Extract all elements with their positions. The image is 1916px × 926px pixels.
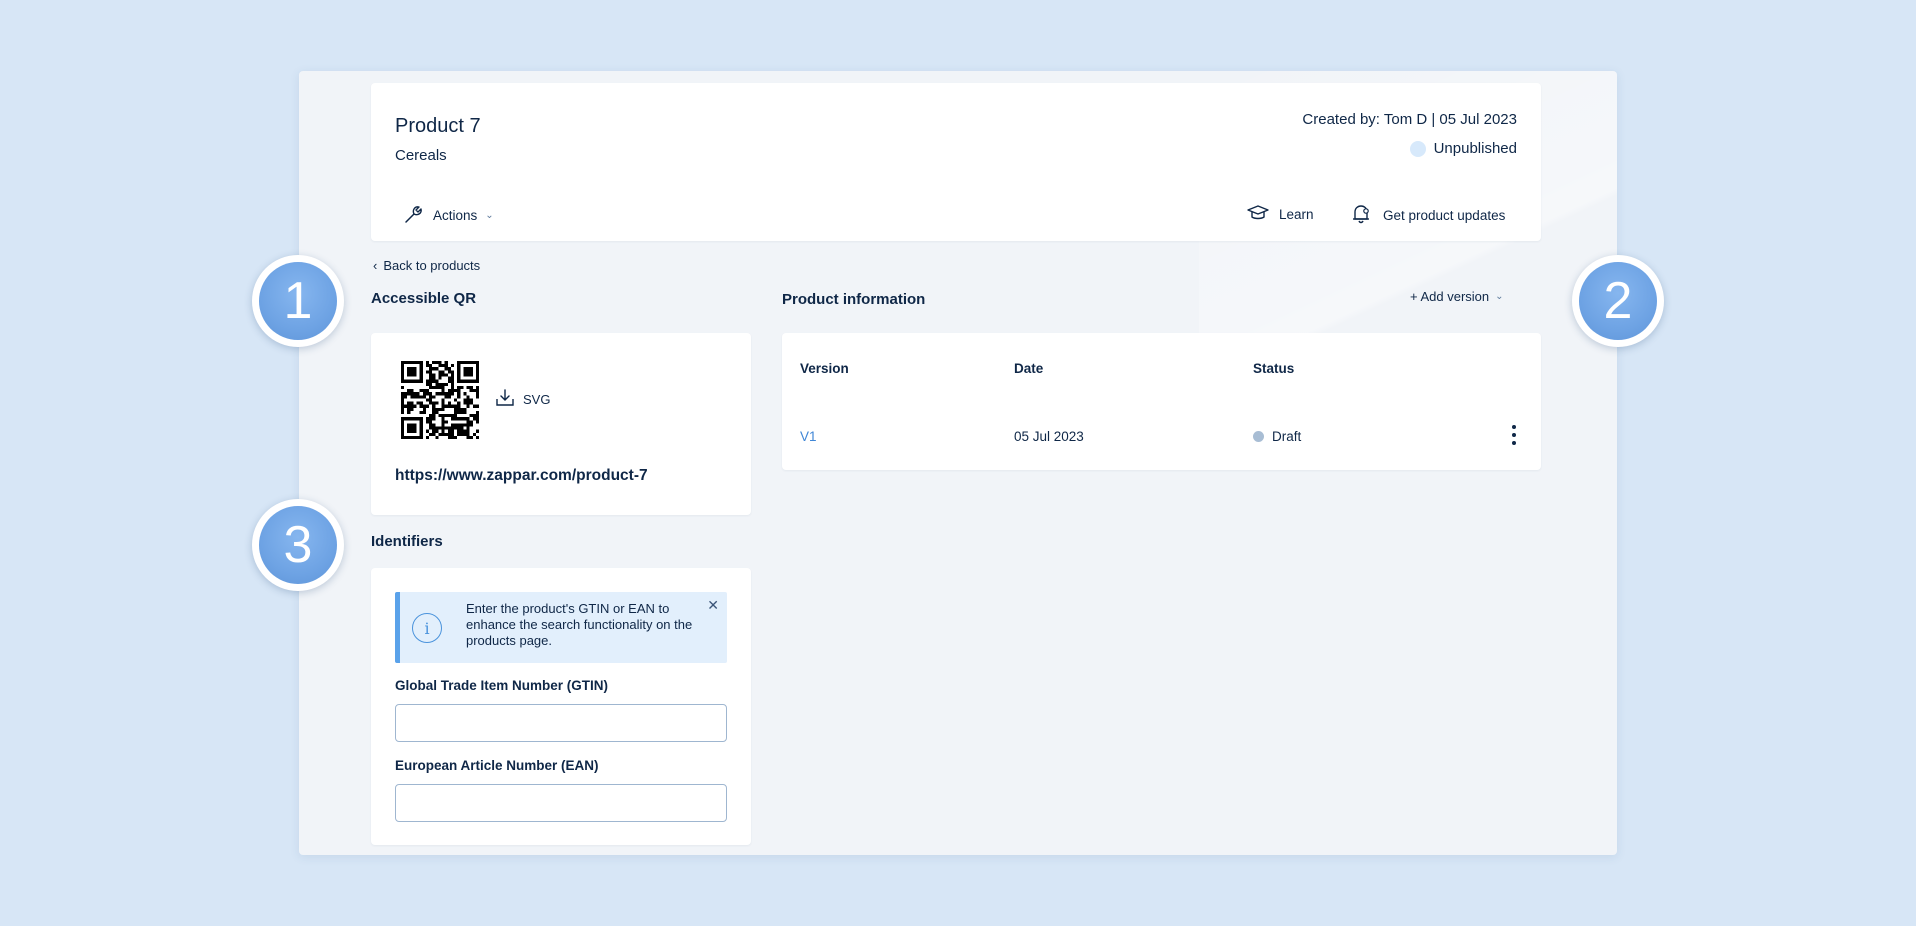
product-information-heading: Product information (782, 291, 926, 308)
accessible-qr-heading: Accessible QR (371, 290, 477, 307)
get-product-updates-button[interactable]: Get product updates (1351, 204, 1505, 227)
back-to-products-link[interactable]: ‹ Back to products (373, 258, 480, 273)
callout-number: 3 (259, 506, 337, 584)
close-icon[interactable]: ✕ (707, 597, 719, 614)
info-icon: i (412, 613, 442, 643)
download-svg-label: SVG (523, 392, 551, 407)
bell-gear-icon (1351, 204, 1373, 227)
download-svg-button[interactable]: SVG (495, 388, 550, 411)
callout-marker-2: 2 (1572, 255, 1664, 347)
callout-marker-1: 1 (252, 255, 344, 347)
graduation-cap-icon (1247, 204, 1269, 225)
versions-table: Version Date Status V1 05 Jul 2023 Draft (782, 333, 1541, 470)
wrench-icon (403, 204, 425, 227)
version-status-label: Draft (1272, 429, 1302, 444)
identifiers-heading: Identifiers (371, 533, 443, 550)
status-dot-icon (1253, 431, 1264, 442)
ean-label: European Article Number (EAN) (395, 758, 599, 773)
get-updates-label: Get product updates (1383, 208, 1506, 223)
version-link[interactable]: V1 (800, 429, 817, 444)
qr-url: https://www.zappar.com/product-7 (395, 467, 648, 484)
actions-label: Actions (433, 208, 478, 223)
publish-status-label: Unpublished (1433, 140, 1517, 157)
gtin-label: Global Trade Item Number (GTIN) (395, 678, 609, 693)
chevron-down-icon: ⌄ (485, 210, 494, 221)
status-dot-icon (1409, 140, 1426, 157)
callout-number: 2 (1579, 262, 1657, 340)
version-date: 05 Jul 2023 (1014, 429, 1084, 444)
add-version-label: + Add version (1410, 289, 1490, 304)
info-banner-text: Enter the product's GTIN or EAN to enhan… (466, 601, 693, 648)
identifiers-card: i Enter the product's GTIN or EAN to enh… (371, 568, 751, 845)
chevron-left-icon: ‹ (373, 258, 378, 273)
column-header-status: Status (1253, 361, 1295, 376)
ean-input[interactable] (395, 784, 727, 822)
product-category: Cereals (395, 147, 447, 164)
learn-label: Learn (1279, 207, 1314, 222)
callout-number: 1 (259, 262, 337, 340)
column-header-version: Version (800, 361, 849, 376)
product-header: Product 7 Cereals Created by: Tom D | 05… (371, 83, 1541, 241)
download-icon (495, 388, 515, 411)
add-version-button[interactable]: + Add version ⌄ (1410, 289, 1504, 304)
product-title: Product 7 (395, 115, 481, 137)
gtin-input[interactable] (395, 704, 727, 742)
column-header-date: Date (1014, 361, 1044, 376)
actions-dropdown-button[interactable]: Actions ⌄ (403, 204, 494, 227)
back-link-label: Back to products (383, 258, 481, 273)
info-banner: i Enter the product's GTIN or EAN to enh… (395, 592, 727, 663)
app-window: Product 7 Cereals Created by: Tom D | 05… (299, 71, 1617, 855)
chevron-down-icon: ⌄ (1495, 291, 1504, 302)
accessible-qr-card: SVG https://www.zappar.com/product-7 (371, 333, 751, 515)
qr-code-image (401, 361, 479, 439)
learn-button[interactable]: Learn (1247, 204, 1314, 225)
callout-marker-3: 3 (252, 499, 344, 591)
created-by-text: Created by: Tom D | 05 Jul 2023 (1302, 111, 1517, 128)
row-more-options-icon[interactable] (1511, 425, 1517, 445)
publish-status: Unpublished (1409, 140, 1517, 157)
version-status: Draft (1253, 429, 1301, 444)
